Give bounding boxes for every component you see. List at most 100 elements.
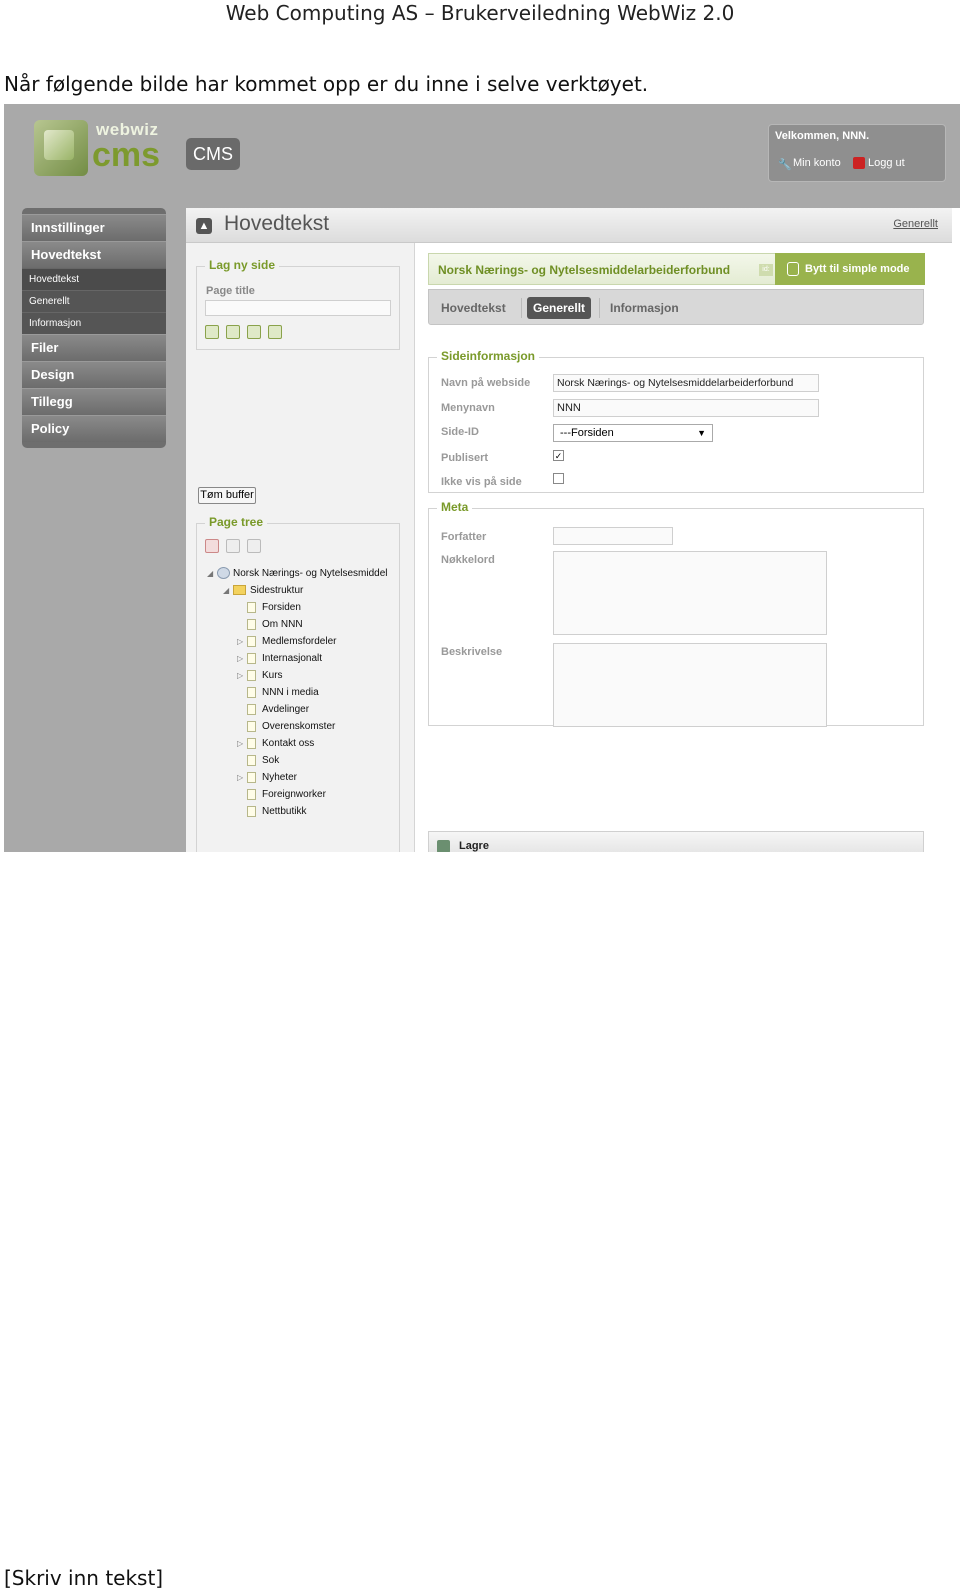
meta-legend: Meta <box>437 500 473 514</box>
welcome-text: Velkommen, NNN. <box>775 130 870 142</box>
tree-page-item[interactable]: Sok <box>237 753 279 769</box>
cms-badge: CMS <box>186 138 240 170</box>
tree-page-label: Om NNN <box>262 619 303 630</box>
tree-page-label: Sok <box>262 755 280 766</box>
collapse-arrow-icon[interactable]: ◢ <box>207 566 217 582</box>
author-input[interactable] <box>553 527 673 545</box>
page-title-label: Page title <box>206 285 255 297</box>
hide-on-page-checkbox[interactable] <box>553 473 564 484</box>
keywords-textarea[interactable] <box>553 551 827 635</box>
website-name-input[interactable]: Norsk Nærings- og Nytelsesmiddelarbeider… <box>553 374 819 392</box>
tree-root[interactable]: ◢ Norsk Nærings- og Nytelsesmiddel <box>207 566 388 582</box>
nav-item-filer[interactable]: Filer <box>22 334 166 361</box>
tree-page-item[interactable]: Om NNN <box>237 617 303 633</box>
tree-page-item[interactable]: ▷ Kurs <box>237 668 283 684</box>
tree-page-item[interactable]: NNN i media <box>237 685 319 701</box>
expand-arrow-icon[interactable]: ▷ <box>237 634 247 650</box>
tree-page-item[interactable]: ▷ Medlemsfordeler <box>237 634 336 650</box>
tree-page-item[interactable]: Avdelinger <box>237 702 309 718</box>
simple-mode-button[interactable]: Bytt til simple mode <box>775 253 925 285</box>
side-id-label: Side-ID <box>441 426 479 438</box>
bulb-icon <box>787 262 799 277</box>
menu-name-input[interactable]: NNN <box>553 399 819 417</box>
expand-arrow-icon[interactable]: ▷ <box>237 736 247 752</box>
globe-icon <box>217 567 230 580</box>
expand-arrow-icon[interactable]: ▷ <box>237 651 247 667</box>
save-disk-icon <box>437 840 450 852</box>
tab-hovedtekst[interactable]: Hovedtekst <box>435 297 512 319</box>
insert-after-icon[interactable] <box>268 325 282 339</box>
cube-logo-icon <box>34 120 88 176</box>
tree-page-label: Foreignworker <box>262 789 326 800</box>
logo-cms-text: cms <box>92 136 161 174</box>
nav-item-hovedtekst[interactable]: Hovedtekst <box>22 241 166 268</box>
save-button[interactable]: Lagre <box>459 840 489 852</box>
power-icon <box>853 157 865 170</box>
id-icon[interactable]: id: <box>759 264 773 276</box>
nav-subitem-informasjon[interactable]: Informasjon <box>22 312 166 334</box>
page-icon <box>247 737 256 749</box>
page-icon <box>247 669 256 681</box>
nav-item-innstillinger[interactable]: Innstillinger <box>22 214 166 241</box>
chevron-down-icon: ▼ <box>697 428 706 438</box>
tree-page-item[interactable]: ▷ Kontakt oss <box>237 736 314 752</box>
page-info-legend: Sideinformasjon <box>437 349 540 363</box>
tree-page-item[interactable]: ▷ Nyheter <box>237 770 297 786</box>
insert-before-icon[interactable] <box>247 325 261 339</box>
tree-page-label: Nyheter <box>262 772 298 783</box>
tree-page-item[interactable]: Forsiden <box>237 600 301 616</box>
welcome-box: Velkommen, NNN. 🔧Min konto Logg ut <box>768 124 946 182</box>
nav-item-policy[interactable]: Policy <box>22 415 166 442</box>
tree-root-label: Norsk Nærings- og Nytelsesmiddel <box>233 568 388 579</box>
tab-generellt[interactable]: Generellt <box>527 297 592 319</box>
tree-page-item[interactable]: Foreignworker <box>237 787 326 803</box>
site-title-bar: Norsk Nærings- og Nytelsesmiddelarbeider… <box>428 253 925 285</box>
tree-folder-label: Sidestruktur <box>250 585 304 596</box>
save-bar[interactable]: Lagre <box>428 831 924 852</box>
nav-subitem-generellt[interactable]: Generellt <box>22 290 166 312</box>
content-panel: ▲ Hovedtekst Generellt Lag ny side Page … <box>186 208 960 852</box>
tree-page-label: Avdelinger <box>262 704 310 715</box>
published-label: Publisert <box>441 452 489 464</box>
menu-name-label: Menynavn <box>441 402 495 414</box>
cms-screenshot: webwiz cms CMS Velkommen, NNN. 🔧Min kont… <box>4 104 960 852</box>
add-page-icon[interactable] <box>205 325 219 339</box>
logout-link[interactable]: Logg ut <box>853 155 905 171</box>
tree-page-label: Medlemsfordeler <box>262 636 337 647</box>
collapse-arrow-icon[interactable]: ◢ <box>223 583 233 599</box>
nav-subitem-hovedtekst[interactable]: Hovedtekst <box>22 268 166 290</box>
author-label: Forfatter <box>441 531 487 543</box>
breadcrumb-link[interactable]: Generellt <box>893 218 938 230</box>
page-icon <box>247 618 256 630</box>
tree-page-label: Kurs <box>262 670 283 681</box>
tree-page-item[interactable]: Nettbutikk <box>237 804 306 820</box>
description-label: Beskrivelse <box>441 646 503 658</box>
page-title-input[interactable] <box>205 300 391 316</box>
tab-divider <box>599 298 600 318</box>
tree-page-label: NNN i media <box>262 687 319 698</box>
tree-folder[interactable]: ◢ Sidestruktur <box>223 583 303 599</box>
page-icon <box>247 720 256 732</box>
side-id-select[interactable]: ---Forsiden ▼ <box>553 424 713 442</box>
tab-informasjon[interactable]: Informasjon <box>604 297 685 319</box>
expand-arrow-icon[interactable]: ▷ <box>237 770 247 786</box>
nav-item-tillegg[interactable]: Tillegg <box>22 388 166 415</box>
page-info-fieldset: Sideinformasjon Navn på webside Norsk Næ… <box>428 349 924 493</box>
expand-arrow-icon[interactable]: ▷ <box>237 668 247 684</box>
site-title: Norsk Nærings- og Nytelsesmiddelarbeider… <box>438 263 731 277</box>
tree-page-item[interactable]: ▷ Internasjonalt <box>237 651 322 667</box>
up-arrow-icon[interactable]: ▲ <box>196 218 212 234</box>
nav-item-design[interactable]: Design <box>22 361 166 388</box>
new-page-fieldset: Lag ny side Page title <box>196 258 400 350</box>
webwiz-logo[interactable]: webwiz cms <box>28 114 168 184</box>
new-page-legend: Lag ny side <box>205 258 280 272</box>
add-subpage-icon[interactable] <box>226 325 240 339</box>
published-checkbox[interactable]: ✓ <box>553 450 564 461</box>
description-textarea[interactable] <box>553 643 827 727</box>
delete-page-icon[interactable] <box>205 539 219 553</box>
my-account-link[interactable]: 🔧Min konto <box>775 155 841 171</box>
paste-page-icon[interactable] <box>247 539 261 553</box>
clear-buffer-button[interactable]: Tøm buffer <box>198 487 256 504</box>
copy-page-icon[interactable] <box>226 539 240 553</box>
tree-page-item[interactable]: Overenskomster <box>237 719 335 735</box>
